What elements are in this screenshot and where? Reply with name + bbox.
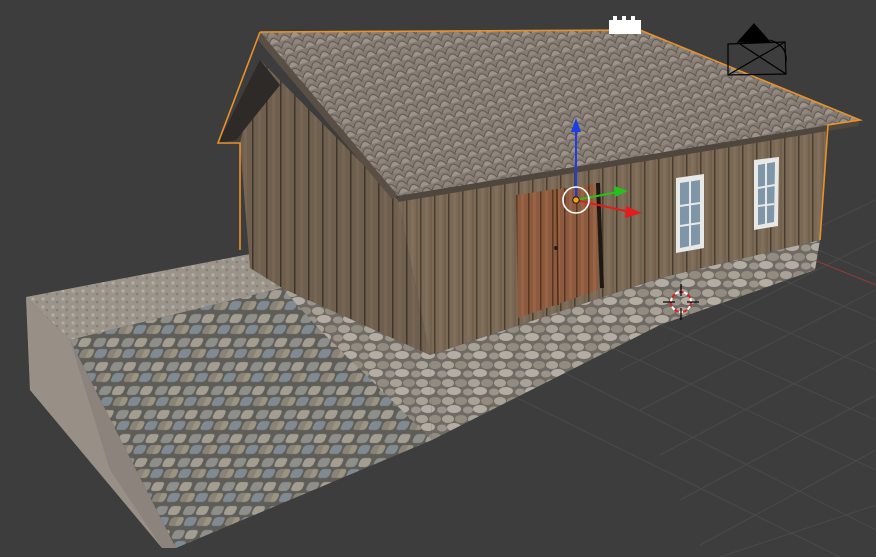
- window-right: [754, 157, 779, 230]
- lamp-icon[interactable]: [609, 16, 641, 34]
- camera-icon[interactable]: [727, 23, 787, 76]
- 3d-viewport[interactable]: [0, 0, 876, 557]
- object-origin-dot: [572, 196, 580, 204]
- viewport-scene[interactable]: [0, 0, 876, 557]
- window-left: [676, 174, 704, 253]
